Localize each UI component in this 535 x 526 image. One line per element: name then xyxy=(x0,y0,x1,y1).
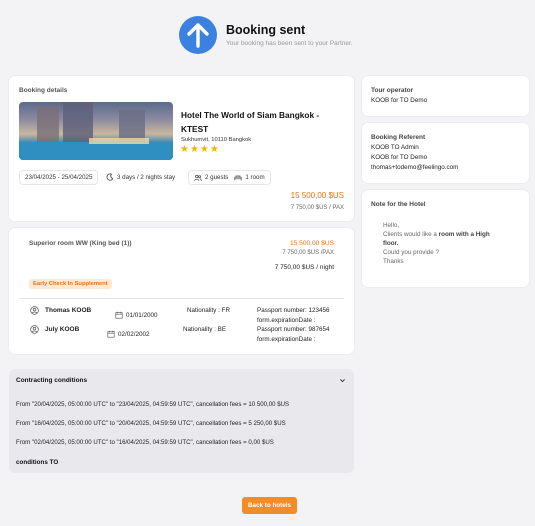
moon-icon xyxy=(106,173,114,181)
booking-details-card: Booking details Hotel The World of Siam … xyxy=(9,76,354,221)
guests-rooms-pill: 2 guests 1 room xyxy=(188,170,271,185)
room-card: Superior room WW (King bed (1)) 15 500,0… xyxy=(9,228,354,354)
upload-arrow-icon xyxy=(179,16,217,54)
tour-operator-card: Tour operator KOOB for TO Demo xyxy=(362,76,529,116)
conditions-title[interactable]: Contracting conditions xyxy=(16,377,87,384)
guest-nationality: Nationality : FR xyxy=(187,307,231,314)
guest-passport: Passport number: 123456 xyxy=(257,307,330,314)
note-highlight: room with a High xyxy=(438,231,490,238)
room-price: 15 500,00 $US xyxy=(290,240,334,247)
dates-text: 23/04/2025 - 25/04/2025 xyxy=(25,174,93,181)
guest-birthdate: 01/01/2000 xyxy=(126,312,158,319)
hotel-note-label: Note for the Hotel xyxy=(371,201,426,208)
booking-referent-label: Booking Referent xyxy=(371,134,426,141)
guest-expiration: form.expirationDate : xyxy=(257,336,316,343)
bed-icon xyxy=(234,174,242,182)
hotel-name-line2: KTEST xyxy=(181,124,209,134)
note-line: Could you provide ? xyxy=(383,249,440,256)
price-per-pax: 7 750,00 $US / PAX xyxy=(290,205,344,211)
room-price-per-pax: 7 750,00 $US /PAX xyxy=(282,250,334,256)
booking-referent-card: Booking Referent KOOB TO Admin KOOB for … xyxy=(362,123,529,183)
booking-details-label: Booking details xyxy=(19,87,68,94)
stay-text: 3 days / 2 nights stay xyxy=(117,173,176,181)
note-line: Thanks xyxy=(383,258,404,265)
hotel-stars: ★★★★ xyxy=(180,144,220,155)
stay-duration: 3 days / 2 nights stay xyxy=(106,173,175,181)
dates-pill: 23/04/2025 - 25/04/2025 xyxy=(19,170,99,185)
guest-name: Thomas KOOB xyxy=(45,307,92,314)
guest-name: July KOOB xyxy=(45,326,80,333)
referent-company: KOOB for TO Demo xyxy=(371,154,428,161)
note-highlight: floor. xyxy=(383,240,399,247)
note-line: Clients would like a room with a High xyxy=(383,231,490,238)
page-subtitle: Your booking has been sent to your Partn… xyxy=(226,40,353,47)
hotel-image xyxy=(19,102,173,160)
supplement-badge: Early Check In Supplement xyxy=(29,279,112,289)
users-icon xyxy=(194,174,202,182)
back-to-hotels-button[interactable]: Back to hotels xyxy=(242,497,297,514)
hotel-name-line1: Hotel The World of Siam Bangkok - xyxy=(181,110,320,120)
user-circle-icon xyxy=(30,306,39,315)
page-title: Booking sent xyxy=(226,23,306,37)
condition-line: From "20/04/2025, 05:00:00 UTC" to "23/0… xyxy=(16,401,290,408)
chevron-down-icon[interactable] xyxy=(339,377,346,384)
room-price-per-night: 7 750,00 $US / night xyxy=(274,264,334,271)
conditions-footer: conditions TO xyxy=(16,459,59,466)
calendar-icon xyxy=(115,311,123,319)
hotel-note-card: Note for the Hotel Hello, Clients would … xyxy=(362,190,529,287)
guests-text: 2 guests xyxy=(205,174,229,181)
guest-passport: Passport number: 987654 xyxy=(257,326,330,333)
guest-birthdate: 02/02/2002 xyxy=(118,331,150,338)
note-text: Clients would like a xyxy=(383,231,439,238)
condition-line: From "16/04/2025, 05:00:00 UTC" to "20/0… xyxy=(16,420,286,427)
referent-email: thomas+todemo@feelingo.com xyxy=(371,164,459,171)
tour-operator-label: Tour operator xyxy=(371,87,414,94)
contracting-conditions-panel: Contracting conditions From "20/04/2025,… xyxy=(9,369,354,473)
room-name: Superior room WW (King bed (1)) xyxy=(29,240,132,247)
condition-line: From "02/04/2025, 05:00:00 UTC" to "16/0… xyxy=(16,439,274,446)
referent-name: KOOB TO Admin xyxy=(371,144,419,151)
tour-operator-value: KOOB for TO Demo xyxy=(371,97,428,104)
guest-expiration: form.expirationDate : xyxy=(257,317,316,324)
calendar-icon xyxy=(107,330,115,338)
hotel-address: Sukhumvit, 10110 Bangkok xyxy=(181,137,252,143)
user-circle-icon xyxy=(30,325,39,334)
rooms-text: 1 room xyxy=(245,174,265,181)
guest-nationality: Nationality : BE xyxy=(183,326,227,333)
total-price: 15 500,00 $US xyxy=(290,191,344,200)
note-line: Hello, xyxy=(383,222,400,229)
divider xyxy=(19,298,344,299)
